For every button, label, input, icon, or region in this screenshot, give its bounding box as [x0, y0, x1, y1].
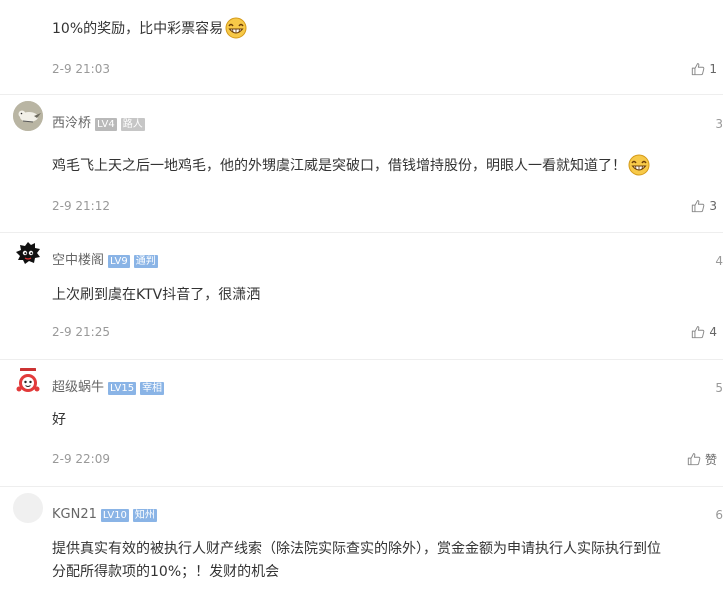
comment-time: 2-9 21:12 [52, 199, 110, 213]
rank-badge: 路人 [120, 117, 145, 131]
comment-text: 鸡毛飞上天之后一地鸡毛，他的外甥虞江威是突破口，借钱增持股份，明眼人一看就知道了… [52, 154, 650, 177]
comment-meta: 2-9 21:25 4 [52, 322, 723, 342]
comment-item: 10%的奖励，比中彩票容易 2-9 21:03 1 [0, 0, 723, 94]
comment-text: 10%的奖励，比中彩票容易 [52, 17, 247, 40]
like-count: 4 [709, 325, 717, 339]
comment-item: 空中楼阁 LV9 通判 4 上次刷到虞在KTV抖音了，很潇洒 2-9 21:25… [0, 233, 723, 359]
comment-text-line1: 提供真实有效的被执行人财产线索（除法院实际查实的除外），赏金金额为申请执行人实际… [52, 541, 661, 557]
comment-meta: 2-9 21:03 1 [52, 59, 723, 79]
author-name[interactable]: 西泠桥 [52, 114, 91, 134]
like-button[interactable]: 赞 [687, 449, 717, 469]
floor-number: 5 [715, 381, 723, 395]
like-button[interactable]: 3 [691, 196, 717, 216]
author-name[interactable]: 超级蜗牛 [52, 378, 104, 398]
like-count: 3 [709, 199, 717, 213]
floor-number: 4 [715, 254, 723, 268]
author-row: 超级蜗牛 LV15 宰相 [52, 378, 165, 398]
rank-badge: 知州 [132, 508, 157, 522]
author-row: 西泠桥 LV4 路人 [52, 114, 145, 134]
rank-badge: 通判 [133, 254, 158, 268]
red-white-avatar[interactable] [13, 366, 43, 396]
comment-item: KGN21 LV10 知州 6 提供真实有效的被执行人财产线索（除法院实际查实的… [0, 487, 723, 599]
bird-avatar[interactable] [13, 101, 43, 131]
comment-time: 2-9 22:09 [52, 452, 110, 466]
like-button[interactable]: 4 [691, 322, 717, 342]
like-count: 1 [709, 62, 717, 76]
author-row: KGN21 LV10 知州 [52, 505, 157, 525]
comment-text: 上次刷到虞在KTV抖音了，很潇洒 [52, 287, 261, 303]
author-row: 空中楼阁 LV9 通判 [52, 251, 158, 271]
comment-time: 2-9 21:03 [52, 62, 110, 76]
author-name[interactable]: 空中楼阁 [52, 251, 104, 271]
rank-badge: 宰相 [140, 381, 165, 395]
blank-avatar[interactable] [13, 493, 43, 523]
comment-text-line2: 分配所得款项的10%；！发财的机会 [52, 564, 280, 580]
floor-number: 3 [715, 117, 723, 131]
level-badge: LV9 [108, 254, 130, 268]
level-badge: LV10 [100, 508, 129, 522]
thumbs-up-icon [687, 453, 701, 466]
level-badge: LV4 [95, 117, 117, 131]
level-badge: LV15 [108, 381, 137, 395]
comment-text: 好 [52, 412, 66, 428]
grinning-emoji [628, 154, 650, 176]
grinning-emoji [225, 17, 247, 39]
floor-number: 6 [715, 508, 723, 522]
author-name[interactable]: KGN21 [52, 505, 97, 525]
comment-item: 超级蜗牛 LV15 宰相 5 好 2-9 22:09 赞 [0, 360, 723, 486]
thumbs-up-icon [692, 63, 705, 76]
comment-time: 2-9 21:25 [52, 325, 110, 339]
thumbs-up-icon [692, 200, 705, 213]
like-button[interactable]: 1 [691, 59, 717, 79]
thumbs-up-icon [692, 326, 705, 339]
like-count: 赞 [704, 452, 717, 467]
comment-item: 西泠桥 LV4 路人 3 鸡毛飞上天之后一地鸡毛，他的外甥虞江威是突破口，借钱增… [0, 95, 723, 232]
black-creature-avatar[interactable] [13, 239, 43, 269]
comment-meta: 2-9 22:09 赞 [52, 449, 723, 469]
comment-meta: 2-9 21:12 3 [52, 196, 723, 216]
